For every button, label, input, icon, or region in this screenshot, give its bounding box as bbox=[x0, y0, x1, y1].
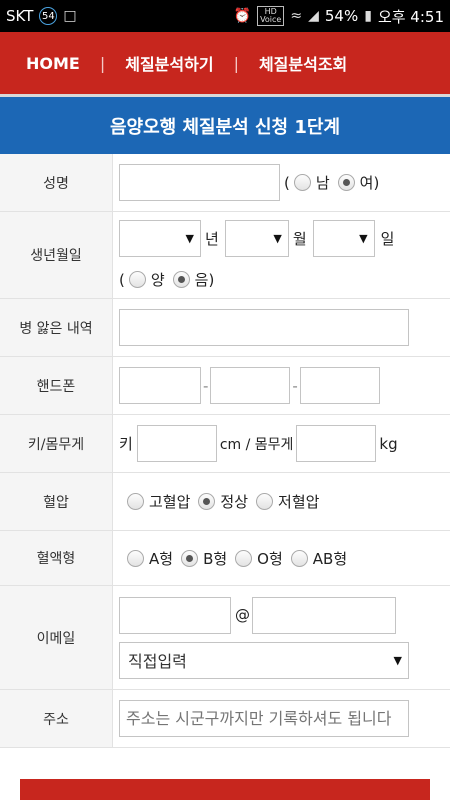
height-input[interactable] bbox=[136, 425, 217, 462]
blood-ab-label: AB형 bbox=[312, 549, 348, 568]
paren-close: ) bbox=[208, 270, 215, 289]
signal-icon: ◢ bbox=[308, 8, 319, 24]
blood-a-radio[interactable] bbox=[127, 549, 144, 567]
email-at: @ bbox=[235, 606, 250, 624]
bp-high-label: 고혈압 bbox=[149, 493, 191, 511]
calendar-lunar-label: 음 bbox=[194, 271, 209, 289]
phone-part3-input[interactable] bbox=[299, 367, 380, 404]
chevron-down-icon: ▼ bbox=[273, 232, 282, 245]
calendar-solar-label: 양 bbox=[150, 271, 165, 289]
application-form: 성명 ( 남 여 ) 생년월일 ▼ 년 ▼ 월 ▼ 일 (양 음) 병 앓은… bbox=[0, 154, 450, 748]
chevron-down-icon: ▼ bbox=[393, 653, 402, 667]
nav-separator: | bbox=[233, 53, 239, 73]
weight-input[interactable] bbox=[296, 425, 377, 462]
blood-b-radio[interactable] bbox=[181, 549, 199, 567]
gender-male-label: 남 bbox=[315, 174, 330, 192]
carrier-label: SKT bbox=[6, 7, 34, 25]
height-unit: cm / 몸무게 bbox=[219, 436, 294, 453]
wifi-icon: ≈ bbox=[290, 8, 303, 24]
nav-lookup[interactable]: 체질분석조회 bbox=[259, 51, 347, 75]
address-label: 주소 bbox=[0, 690, 113, 747]
email-label: 이메일 bbox=[0, 586, 113, 689]
calendar-lunar-radio[interactable] bbox=[172, 271, 190, 288]
alarm-icon: ⏰ bbox=[233, 8, 252, 24]
bp-normal-label: 정상 bbox=[220, 493, 249, 511]
gender-female-radio[interactable] bbox=[337, 174, 355, 191]
blood-b-label: B형 bbox=[203, 549, 228, 568]
birth-day-select[interactable]: ▼ bbox=[312, 220, 375, 257]
chevron-down-icon: ▼ bbox=[185, 232, 194, 245]
row-blood-type: 혈액형 A형 B형 O형 AB형 bbox=[0, 531, 450, 586]
bp-label: 혈압 bbox=[0, 473, 113, 530]
next-step-button[interactable] bbox=[20, 779, 430, 800]
blood-ab-radio[interactable] bbox=[290, 549, 308, 567]
blood-label: 혈액형 bbox=[0, 531, 113, 585]
name-input[interactable] bbox=[119, 164, 280, 201]
blood-a-label: A형 bbox=[149, 549, 174, 568]
bp-normal-radio[interactable] bbox=[198, 493, 216, 510]
clock: 오후 4:51 bbox=[377, 7, 444, 26]
height-weight-label: 키/몸무게 bbox=[0, 415, 113, 472]
birth-year-select[interactable]: ▼ bbox=[119, 220, 201, 257]
row-address: 주소 bbox=[0, 690, 450, 748]
weight-unit: kg bbox=[379, 434, 398, 453]
email-domain-input[interactable] bbox=[252, 596, 396, 634]
month-unit: 월 bbox=[292, 230, 307, 248]
notification-badge: 54 bbox=[39, 7, 58, 25]
nav-analyze[interactable]: 체질분석하기 bbox=[125, 51, 213, 75]
row-email: 이메일 @ 직접입력 ▼ bbox=[0, 586, 450, 690]
row-blood-pressure: 혈압 고혈압 정상 저혈압 bbox=[0, 473, 450, 531]
row-birth: 생년월일 ▼ 년 ▼ 월 ▼ 일 ( 양 음 ) bbox=[0, 212, 450, 299]
row-height-weight: 키/몸무게 키 cm / 몸무게 kg bbox=[0, 415, 450, 473]
year-unit: 년 bbox=[205, 230, 219, 248]
height-prefix: 키 bbox=[119, 435, 133, 453]
calendar-solar-radio[interactable] bbox=[128, 271, 146, 288]
status-bar: SKT 54 □ ⏰ HD Voice ≈ ◢ 54% ▮ 오후 4:51 bbox=[0, 0, 450, 32]
nav-home[interactable]: HOME bbox=[26, 54, 80, 73]
phone-part1-input[interactable] bbox=[119, 367, 201, 404]
email-domain-select[interactable]: 직접입력 ▼ bbox=[119, 641, 409, 679]
chevron-down-icon: ▼ bbox=[359, 232, 368, 245]
phone-part2-input[interactable] bbox=[210, 367, 291, 404]
blood-o-label: O형 bbox=[257, 549, 283, 568]
phone-dash: - bbox=[203, 376, 209, 395]
row-name: 성명 ( 남 여 ) bbox=[0, 154, 450, 212]
paren-close: ) bbox=[373, 173, 380, 192]
bp-low-label: 저혈압 bbox=[278, 493, 320, 511]
paren-open: ( bbox=[284, 173, 290, 192]
hd-voice-icon: HD Voice bbox=[257, 6, 285, 26]
email-domain-select-value: 직접입력 bbox=[128, 652, 187, 671]
birth-month-select[interactable]: ▼ bbox=[224, 220, 289, 257]
battery-percent: 54% bbox=[324, 7, 359, 25]
email-id-input[interactable] bbox=[119, 596, 231, 634]
row-phone: 핸드폰 - - bbox=[0, 357, 450, 415]
paren-open: ( bbox=[119, 270, 125, 289]
gender-male-radio[interactable] bbox=[293, 174, 311, 191]
illness-input[interactable] bbox=[119, 309, 409, 346]
nav-separator: | bbox=[99, 53, 106, 73]
bp-high-radio[interactable] bbox=[127, 493, 144, 510]
blood-o-radio[interactable] bbox=[235, 549, 253, 567]
gender-female-label: 여 bbox=[359, 174, 374, 192]
birth-label: 생년월일 bbox=[0, 212, 113, 298]
page-title: 음양오행 체질분석 신청 1단계 bbox=[0, 94, 450, 154]
phone-dash: - bbox=[292, 376, 298, 395]
photo-notification-icon: □ bbox=[63, 8, 77, 24]
row-illness: 병 앓은 내역 bbox=[0, 299, 450, 357]
name-label: 성명 bbox=[0, 154, 113, 211]
phone-label: 핸드폰 bbox=[0, 357, 113, 414]
bp-low-radio[interactable] bbox=[256, 493, 274, 510]
battery-icon: ▮ bbox=[364, 8, 372, 24]
day-unit: 일 bbox=[380, 230, 395, 248]
address-input[interactable] bbox=[119, 700, 409, 737]
illness-label: 병 앓은 내역 bbox=[0, 299, 113, 356]
top-nav: HOME | 체질분석하기 | 체질분석조회 bbox=[0, 32, 450, 94]
